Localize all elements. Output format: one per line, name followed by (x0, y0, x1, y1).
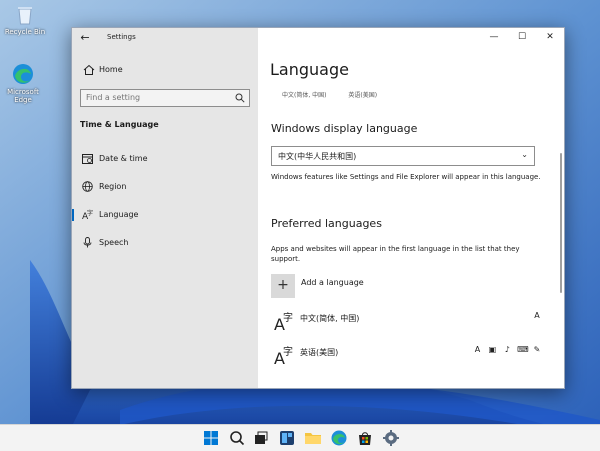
handwriting-icon: ✎ (533, 345, 541, 354)
globe-icon (82, 181, 93, 192)
close-icon: ✕ (546, 32, 554, 42)
search-box[interactable] (80, 89, 250, 107)
sidebar: ← Settings Home Time & Language Da (72, 28, 258, 388)
sidebar-item-label: Language (99, 210, 139, 219)
language-label: 中文(简体, 中国) (300, 314, 360, 323)
speech-icon: ▣ (488, 345, 497, 354)
display-language-icon: A (474, 345, 481, 354)
title-bar: ← Settings (72, 28, 258, 48)
store-icon[interactable] (356, 429, 374, 447)
close-button[interactable]: ✕ (536, 28, 564, 46)
desktop-icon-edge[interactable]: Microsoft Edge (0, 62, 46, 104)
sidebar-item-date-time[interactable]: Date & time (72, 150, 258, 168)
settings-icon[interactable] (382, 429, 400, 447)
recycle-bin-icon (18, 7, 32, 25)
app-title: Settings (107, 33, 136, 41)
language-icon: A 字 (274, 311, 293, 332)
search-icon[interactable] (228, 429, 246, 447)
maximize-button[interactable]: ☐ (508, 28, 536, 46)
preferred-languages-description: Apps and websites will appear in the fir… (271, 245, 520, 263)
language-label: 英语(美国) (300, 348, 339, 357)
dropdown-value: 中文(中华人民共和国) (278, 152, 357, 161)
edge-icon[interactable] (330, 429, 348, 447)
widgets-icon[interactable] (278, 429, 296, 447)
quick-link[interactable]: 中文(简体, 中国) (282, 92, 327, 99)
display-language-description: Windows features like Settings and File … (271, 173, 541, 181)
start-icon[interactable] (202, 429, 220, 447)
language-item-english[interactable]: A 字 英语(美国) A ▣ ♪ ⌨ ✎ (272, 342, 552, 368)
back-arrow-icon: ← (80, 31, 90, 44)
display-language-dropdown[interactable]: 中文(中华人民共和国) ⌄ (271, 146, 535, 166)
chevron-down-icon: ⌄ (521, 150, 528, 159)
language-features: A ▣ ♪ ⌨ ✎ (471, 345, 543, 357)
page-title: Language (270, 60, 349, 79)
file-explorer-icon[interactable] (304, 429, 322, 447)
svg-text:字: 字 (283, 311, 293, 324)
search-icon[interactable] (235, 93, 245, 103)
search-input[interactable] (86, 92, 226, 103)
sidebar-item-label: Date & time (99, 154, 148, 163)
minimize-icon: — (489, 32, 499, 42)
language-item-chinese[interactable]: A 字 中文(简体, 中国) A (272, 308, 552, 334)
sidebar-item-speech[interactable]: Speech (72, 234, 258, 252)
selection-indicator (72, 209, 74, 221)
desktop-icon-label: Microsoft Edge (7, 88, 39, 104)
display-language-icon: A (534, 311, 540, 320)
quick-link[interactable]: 英语(美国) (348, 92, 377, 99)
sidebar-home-label: Home (99, 65, 123, 74)
plus-icon: + (271, 274, 295, 298)
main-content: — ☐ ✕ Language 中文(简体, 中国) 英语(美国) Windows… (258, 28, 564, 388)
language-icon: A 字 (82, 209, 93, 220)
add-language-label: Add a language (301, 278, 364, 287)
desktop-icon-recycle-bin[interactable]: Recycle Bin (2, 4, 48, 36)
sidebar-item-label: Speech (99, 238, 129, 247)
edge-icon (13, 64, 33, 84)
sidebar-item-home[interactable]: Home (80, 64, 250, 78)
calendar-icon (82, 154, 93, 164)
sidebar-item-language[interactable]: A 字 Language (72, 206, 258, 224)
taskbar (0, 424, 600, 451)
settings-window: ← Settings Home Time & Language Da (71, 27, 565, 389)
language-features: A (530, 311, 542, 323)
language-icon: A 字 (274, 345, 293, 366)
display-language-heading: Windows display language (271, 122, 418, 135)
sidebar-item-region[interactable]: Region (72, 178, 258, 196)
back-button[interactable]: ← (78, 31, 92, 45)
scrollbar[interactable] (560, 153, 562, 293)
preferred-languages-heading: Preferred languages (271, 217, 382, 230)
sidebar-item-label: Region (99, 182, 127, 191)
home-icon (83, 64, 95, 75)
microphone-icon: ♪ (504, 345, 510, 354)
desktop-icon-label: Recycle Bin (4, 28, 46, 36)
microphone-icon (83, 237, 92, 248)
maximize-icon: ☐ (517, 32, 527, 42)
svg-text:字: 字 (87, 209, 93, 217)
keyboard-icon: ⌨ (517, 345, 529, 354)
svg-text:字: 字 (283, 345, 293, 358)
quick-language-links: 中文(简体, 中国) 英语(美国) (282, 90, 397, 99)
minimize-button[interactable]: — (480, 28, 508, 46)
task-view-icon[interactable] (252, 429, 270, 447)
section-title: Time & Language (80, 120, 159, 129)
